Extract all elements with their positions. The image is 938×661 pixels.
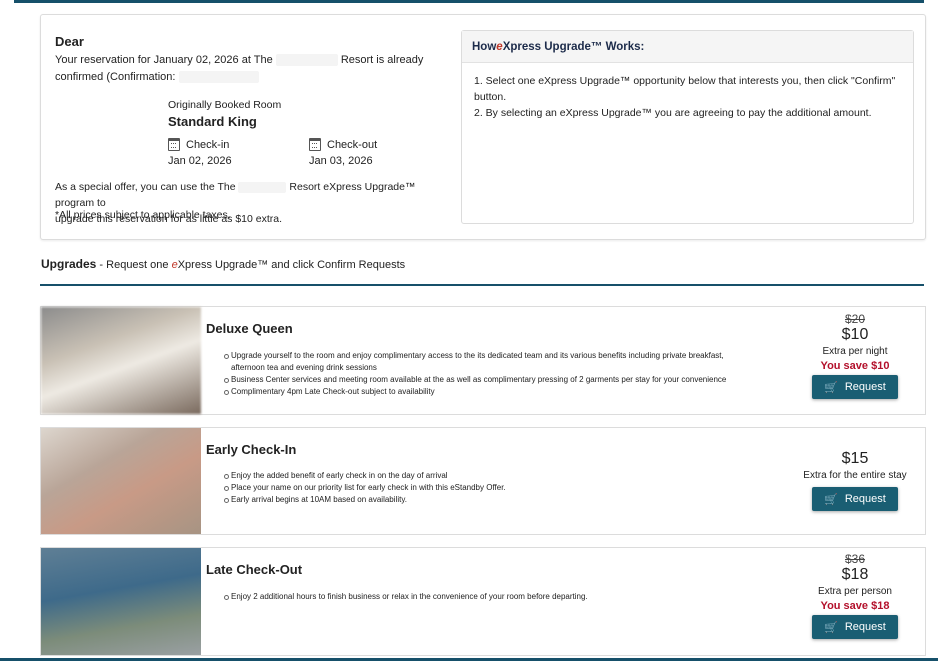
upgrade-price: $10	[841, 326, 869, 343]
room-thumbnail	[41, 307, 201, 414]
cart-plus-icon: 🛒	[824, 493, 838, 506]
top-border	[14, 0, 924, 3]
original-room-name: Standard King	[168, 114, 257, 129]
checkout-date: Jan 03, 2026	[309, 155, 373, 167]
benefit-item: Early arrival begins at 10AM based on av…	[224, 494, 734, 506]
taxes-note: *All prices subject to applicable taxes.	[55, 209, 231, 221]
price-block: $20 $10 Extra per night You save $10 🛒 Re…	[785, 312, 925, 399]
reservation-prefix: Your reservation for January 02, 2026 at…	[55, 54, 273, 66]
calendar-icon	[309, 138, 321, 151]
request-button[interactable]: 🛒 Request	[812, 487, 898, 511]
checkout-block: Check-out Jan 03, 2026	[309, 138, 377, 167]
upgrade-card-early-checkin: Early Check-In Enjoy the added benefit o…	[40, 427, 926, 535]
upgrade-benefits: Enjoy 2 additional hours to finish busin…	[224, 591, 734, 603]
upgrades-header: Upgrades - Request one eXpress Upgrade™ …	[41, 257, 405, 271]
cart-plus-icon: 🛒	[824, 621, 838, 634]
how-step-2: 2. By selecting an eXpress Upgrade™ you …	[474, 107, 872, 119]
original-price: $36	[844, 552, 866, 566]
redacted-confirmation	[178, 71, 259, 84]
room-thumbnail	[41, 548, 201, 655]
how-title-suffix: Xpress Upgrade™ Works:	[502, 40, 645, 53]
checkin-date: Jan 02, 2026	[168, 155, 232, 167]
how-title-prefix: How	[472, 40, 497, 53]
redacted-hotel-name	[238, 181, 287, 193]
upgrade-title: Deluxe Queen	[206, 321, 293, 336]
upgrade-benefits: Enjoy the added benefit of early check i…	[224, 470, 734, 506]
confirmed-prefix: confirmed (Confirmation:	[55, 71, 176, 83]
original-room-label: Originally Booked Room	[168, 99, 282, 111]
savings: You save $10	[820, 360, 890, 372]
request-button[interactable]: 🛒 Request	[812, 375, 898, 399]
checkout-label: Check-out	[327, 138, 378, 151]
upgrades-divider	[40, 284, 924, 286]
upgrade-price: $15	[841, 450, 869, 467]
upgrade-title: Early Check-In	[206, 442, 297, 457]
price-block: $15 Extra for the entire stay 🛒 Request	[785, 450, 925, 511]
upgrade-title: Late Check-Out	[206, 562, 303, 577]
benefit-item: Business Center services and meeting roo…	[224, 374, 734, 386]
cart-plus-icon: 🛒	[824, 381, 838, 394]
benefit-item: Upgrade yourself to the room and enjoy c…	[224, 350, 734, 374]
upgrade-benefits: Upgrade yourself to the room and enjoy c…	[224, 350, 734, 398]
checkin-label: Check-in	[186, 138, 230, 151]
request-label: Request	[844, 621, 886, 633]
upgrade-card-late-checkout: Late Check-Out Enjoy 2 additional hours …	[40, 547, 926, 656]
upgrades-sep: - Request one	[96, 259, 172, 271]
reservation-summary-card: Dear Your reservation for January 02, 20…	[40, 14, 926, 240]
greeting: Dear	[55, 34, 84, 49]
benefit-item: Enjoy the added benefit of early check i…	[224, 470, 734, 482]
price-unit: Extra for the entire stay	[803, 470, 907, 481]
benefit-item: Place your name on our priority list for…	[224, 482, 734, 494]
redacted-hotel-name	[275, 54, 338, 67]
price-unit: Extra per person	[818, 586, 892, 597]
request-label: Request	[844, 381, 886, 393]
reservation-mid: Resort is already	[340, 54, 424, 66]
price-unit: Extra per night	[822, 346, 888, 357]
room-thumbnail	[41, 428, 201, 534]
how-step-1: 1. Select one eXpress Upgrade™ opportuni…	[474, 75, 896, 103]
how-it-works-panel: How e Xpress Upgrade™ Works: 1. Select on…	[461, 30, 914, 224]
original-price: $20	[844, 312, 866, 326]
upgrade-price: $18	[841, 566, 869, 583]
how-it-works-steps: 1. Select one eXpress Upgrade™ opportuni…	[462, 63, 913, 121]
request-label: Request	[844, 493, 886, 505]
calendar-icon	[168, 138, 180, 151]
price-block: $36 $18 Extra per person You save $18 🛒 R…	[785, 552, 925, 639]
benefit-item: Enjoy 2 additional hours to finish busin…	[224, 591, 734, 603]
reservation-text: Your reservation for January 02, 2026 at…	[55, 52, 435, 86]
savings: You save $18	[820, 600, 890, 612]
checkin-block: Check-in Jan 02, 2026	[168, 138, 232, 167]
upgrade-card-deluxe-queen: Deluxe Queen Upgrade yourself to the roo…	[40, 306, 926, 415]
benefit-item: Complimentary 4pm Late Check-out subject…	[224, 386, 734, 398]
how-it-works-title: How e Xpress Upgrade™ Works:	[462, 31, 913, 63]
request-button[interactable]: 🛒 Request	[812, 615, 898, 639]
offer-prefix: As a special offer, you can use the The	[55, 181, 236, 193]
upgrades-rest: Xpress Upgrade™ and click Confirm Reques…	[177, 259, 406, 271]
upgrades-title: Upgrades	[41, 257, 97, 271]
